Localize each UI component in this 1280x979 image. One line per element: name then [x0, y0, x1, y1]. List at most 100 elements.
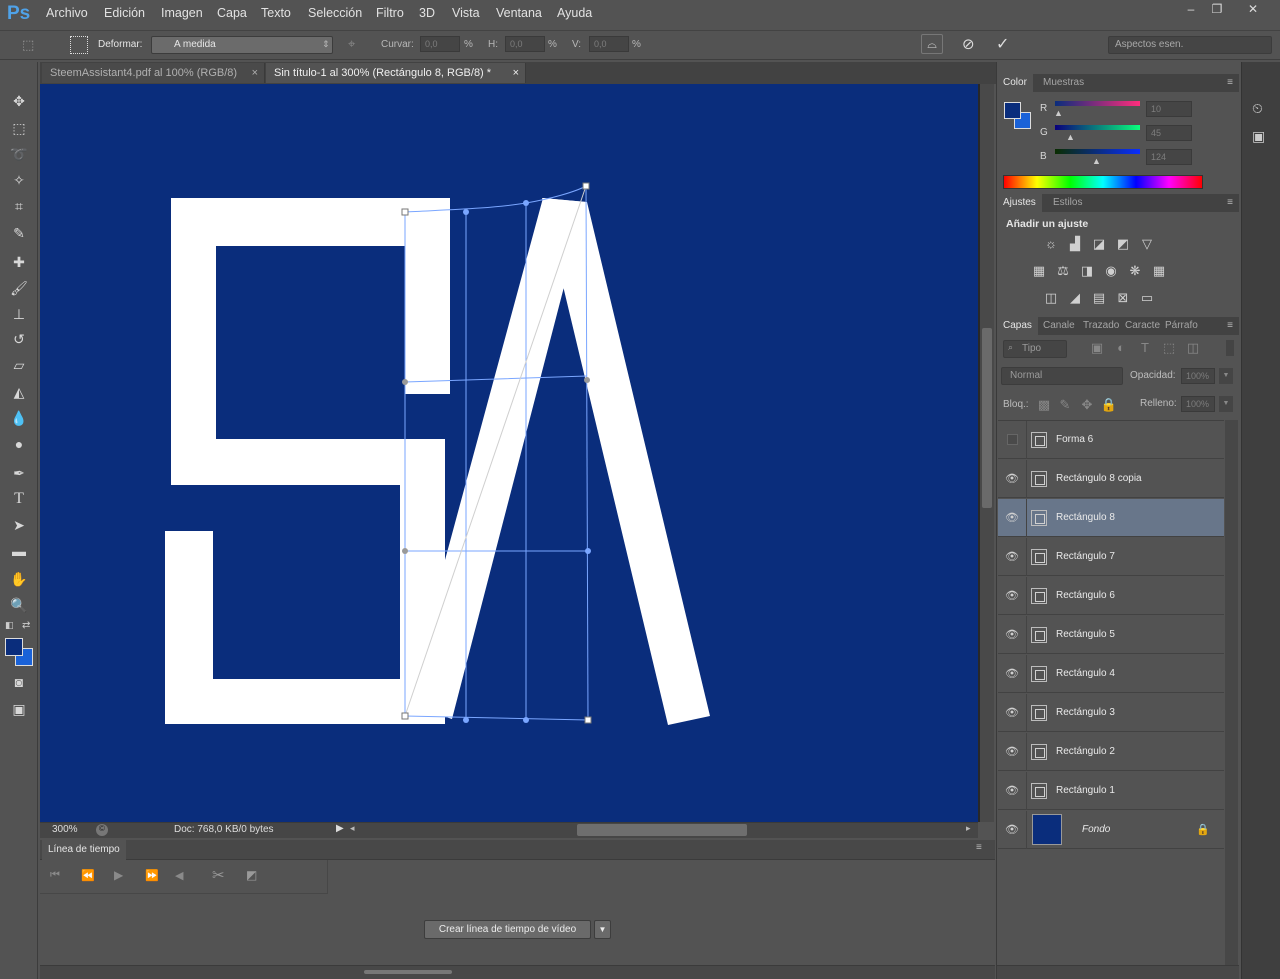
- lock-position-icon[interactable]: ✥: [1078, 397, 1096, 413]
- tab-layers[interactable]: Capas: [997, 317, 1038, 335]
- g-slider[interactable]: [1055, 125, 1140, 130]
- previous-frame-icon[interactable]: ⏪: [81, 869, 95, 882]
- filter-shape-icon[interactable]: ⬚: [1160, 340, 1178, 356]
- minimize-button[interactable]: –: [1178, 1, 1204, 18]
- eye-icon[interactable]: 👁: [998, 538, 1027, 576]
- layer-row[interactable]: 👁 Rectángulo 3: [998, 694, 1224, 732]
- threshold-icon[interactable]: ▤: [1090, 290, 1108, 306]
- lock-pixels-icon[interactable]: ✎: [1056, 397, 1074, 413]
- lasso-tool-icon[interactable]: ➰: [7, 143, 31, 165]
- menu-item-6[interactable]: Filtro: [376, 6, 404, 20]
- layer-row[interactable]: 👁 Rectángulo 6: [998, 577, 1224, 615]
- layer-row[interactable]: 👁 Rectángulo 4: [998, 655, 1224, 693]
- tab-adjustments[interactable]: Ajustes: [997, 194, 1042, 212]
- history-brush-icon[interactable]: ↺: [7, 328, 31, 350]
- play-icon[interactable]: ▶: [114, 868, 123, 882]
- reference-point-grid-icon[interactable]: [70, 36, 88, 54]
- menu-item-4[interactable]: Texto: [261, 6, 291, 20]
- layer-row[interactable]: Forma 6: [998, 421, 1224, 459]
- posterize-icon[interactable]: ◢: [1066, 290, 1084, 306]
- status-menu-icon[interactable]: ▶: [336, 823, 344, 834]
- menu-item-1[interactable]: Edición: [104, 6, 145, 20]
- visibility-box[interactable]: [1006, 434, 1018, 445]
- document-canvas[interactable]: [40, 84, 978, 822]
- menu-item-0[interactable]: Archivo: [46, 6, 88, 20]
- menu-item-9[interactable]: Ventana: [496, 6, 542, 20]
- scroll-thumb[interactable]: [982, 328, 992, 508]
- black-white-icon[interactable]: ◨: [1078, 263, 1096, 279]
- opacity-input[interactable]: 100%: [1181, 368, 1215, 384]
- warp-style-select[interactable]: A medida: [151, 36, 333, 54]
- color-balance-icon[interactable]: ⚖: [1054, 263, 1072, 279]
- scroll-right-icon[interactable]: ▸: [966, 823, 971, 834]
- layer-row[interactable]: 👁 Rectángulo 5: [998, 616, 1224, 654]
- menu-item-2[interactable]: Imagen: [161, 6, 203, 20]
- close-icon[interactable]: ×: [252, 63, 258, 83]
- b-input[interactable]: 124: [1146, 149, 1192, 165]
- filter-pixel-icon[interactable]: ▣: [1088, 340, 1106, 356]
- layers-scrollbar[interactable]: [1225, 420, 1238, 965]
- warp-handle[interactable]: [523, 717, 529, 723]
- warp-handle[interactable]: [523, 200, 529, 206]
- warp-handle[interactable]: [582, 182, 590, 190]
- eye-icon[interactable]: 👁: [998, 694, 1027, 732]
- eye-icon[interactable]: 👁: [998, 772, 1027, 810]
- transform-tool-icon[interactable]: ⬚: [22, 37, 40, 53]
- horizontal-scroll-thumb[interactable]: [577, 824, 747, 836]
- menu-item-10[interactable]: Ayuda: [557, 6, 592, 20]
- slider-thumb-icon[interactable]: ▲: [1092, 156, 1101, 166]
- color-spectrum-bar[interactable]: [1003, 175, 1203, 189]
- eyedropper-icon[interactable]: ✎: [7, 222, 31, 244]
- layer-row[interactable]: 👁 Rectángulo 8: [998, 499, 1224, 537]
- magic-wand-icon[interactable]: ✧: [7, 169, 31, 191]
- panel-menu-icon[interactable]: ≡: [1227, 197, 1233, 208]
- tab-paths[interactable]: Trazados: [1077, 317, 1119, 335]
- zoom-tool-icon[interactable]: 🔍: [7, 594, 31, 616]
- screen-mode-icon[interactable]: ▣: [7, 698, 31, 720]
- b-slider[interactable]: [1055, 149, 1140, 154]
- tab-styles[interactable]: Estilos: [1047, 194, 1088, 212]
- transition-icon[interactable]: ◩: [246, 868, 257, 882]
- warp-handle[interactable]: [463, 717, 469, 723]
- warp-orientation-icon[interactable]: ⌖: [348, 36, 355, 52]
- scroll-left-icon[interactable]: ◂: [350, 823, 355, 834]
- tab-paragraph[interactable]: Párrafo: [1159, 317, 1204, 335]
- commit-transform-icon[interactable]: ✓: [996, 34, 1009, 54]
- status-info-icon[interactable]: ©: [96, 824, 108, 836]
- warp-handle[interactable]: [463, 209, 469, 215]
- curve-input[interactable]: 0,0: [420, 36, 460, 52]
- warp-handle[interactable]: [584, 716, 592, 724]
- eraser-icon[interactable]: ▱: [7, 354, 31, 376]
- brightness-icon[interactable]: ☼: [1042, 236, 1060, 252]
- foreground-color-swatch[interactable]: [5, 638, 23, 656]
- r-slider[interactable]: [1055, 101, 1140, 106]
- layer-row[interactable]: 👁 Fondo 🔒: [998, 811, 1224, 849]
- eye-icon[interactable]: 👁: [998, 733, 1027, 771]
- channel-mixer-icon[interactable]: ❋: [1126, 263, 1144, 279]
- chevron-down-icon[interactable]: ▼: [1219, 396, 1233, 412]
- lock-transparent-icon[interactable]: ▩: [1035, 397, 1053, 413]
- warp-handle[interactable]: [402, 548, 408, 554]
- move-tool-icon[interactable]: ✥: [7, 90, 31, 112]
- invert-icon[interactable]: ◫: [1042, 290, 1060, 306]
- history-panel-icon[interactable]: ⏲: [1252, 100, 1263, 117]
- gradient-map-icon[interactable]: ▭: [1138, 290, 1156, 306]
- tab-swatches[interactable]: Muestras: [1037, 74, 1090, 92]
- blend-mode-select[interactable]: Normal: [1001, 367, 1123, 385]
- vibrance-icon[interactable]: ▽: [1138, 236, 1156, 252]
- slider-thumb-icon[interactable]: ▲: [1054, 108, 1063, 118]
- eye-icon[interactable]: 👁: [998, 811, 1027, 849]
- filter-adjustment-icon[interactable]: ◐: [1112, 340, 1130, 356]
- eye-icon[interactable]: 👁: [998, 577, 1027, 615]
- hidden-eye-box[interactable]: [998, 421, 1027, 459]
- color-lookup-icon[interactable]: ▦: [1150, 263, 1168, 279]
- first-frame-icon[interactable]: ⏮: [50, 869, 60, 882]
- layer-row[interactable]: 👁 Rectángulo 1: [998, 772, 1224, 810]
- tab-steemassistant[interactable]: SteemAssistant4.pdf al 100% (RGB/8) ×: [42, 63, 265, 83]
- workspace-select[interactable]: Aspectos esen.: [1108, 36, 1272, 54]
- chevron-down-icon[interactable]: ▼: [1219, 368, 1233, 384]
- audio-icon[interactable]: ◀: [175, 869, 183, 882]
- marquee-tool-icon[interactable]: ⬚: [7, 117, 31, 139]
- path-select-icon[interactable]: ➤: [7, 514, 31, 536]
- pen-tool-icon[interactable]: ✒: [7, 462, 31, 484]
